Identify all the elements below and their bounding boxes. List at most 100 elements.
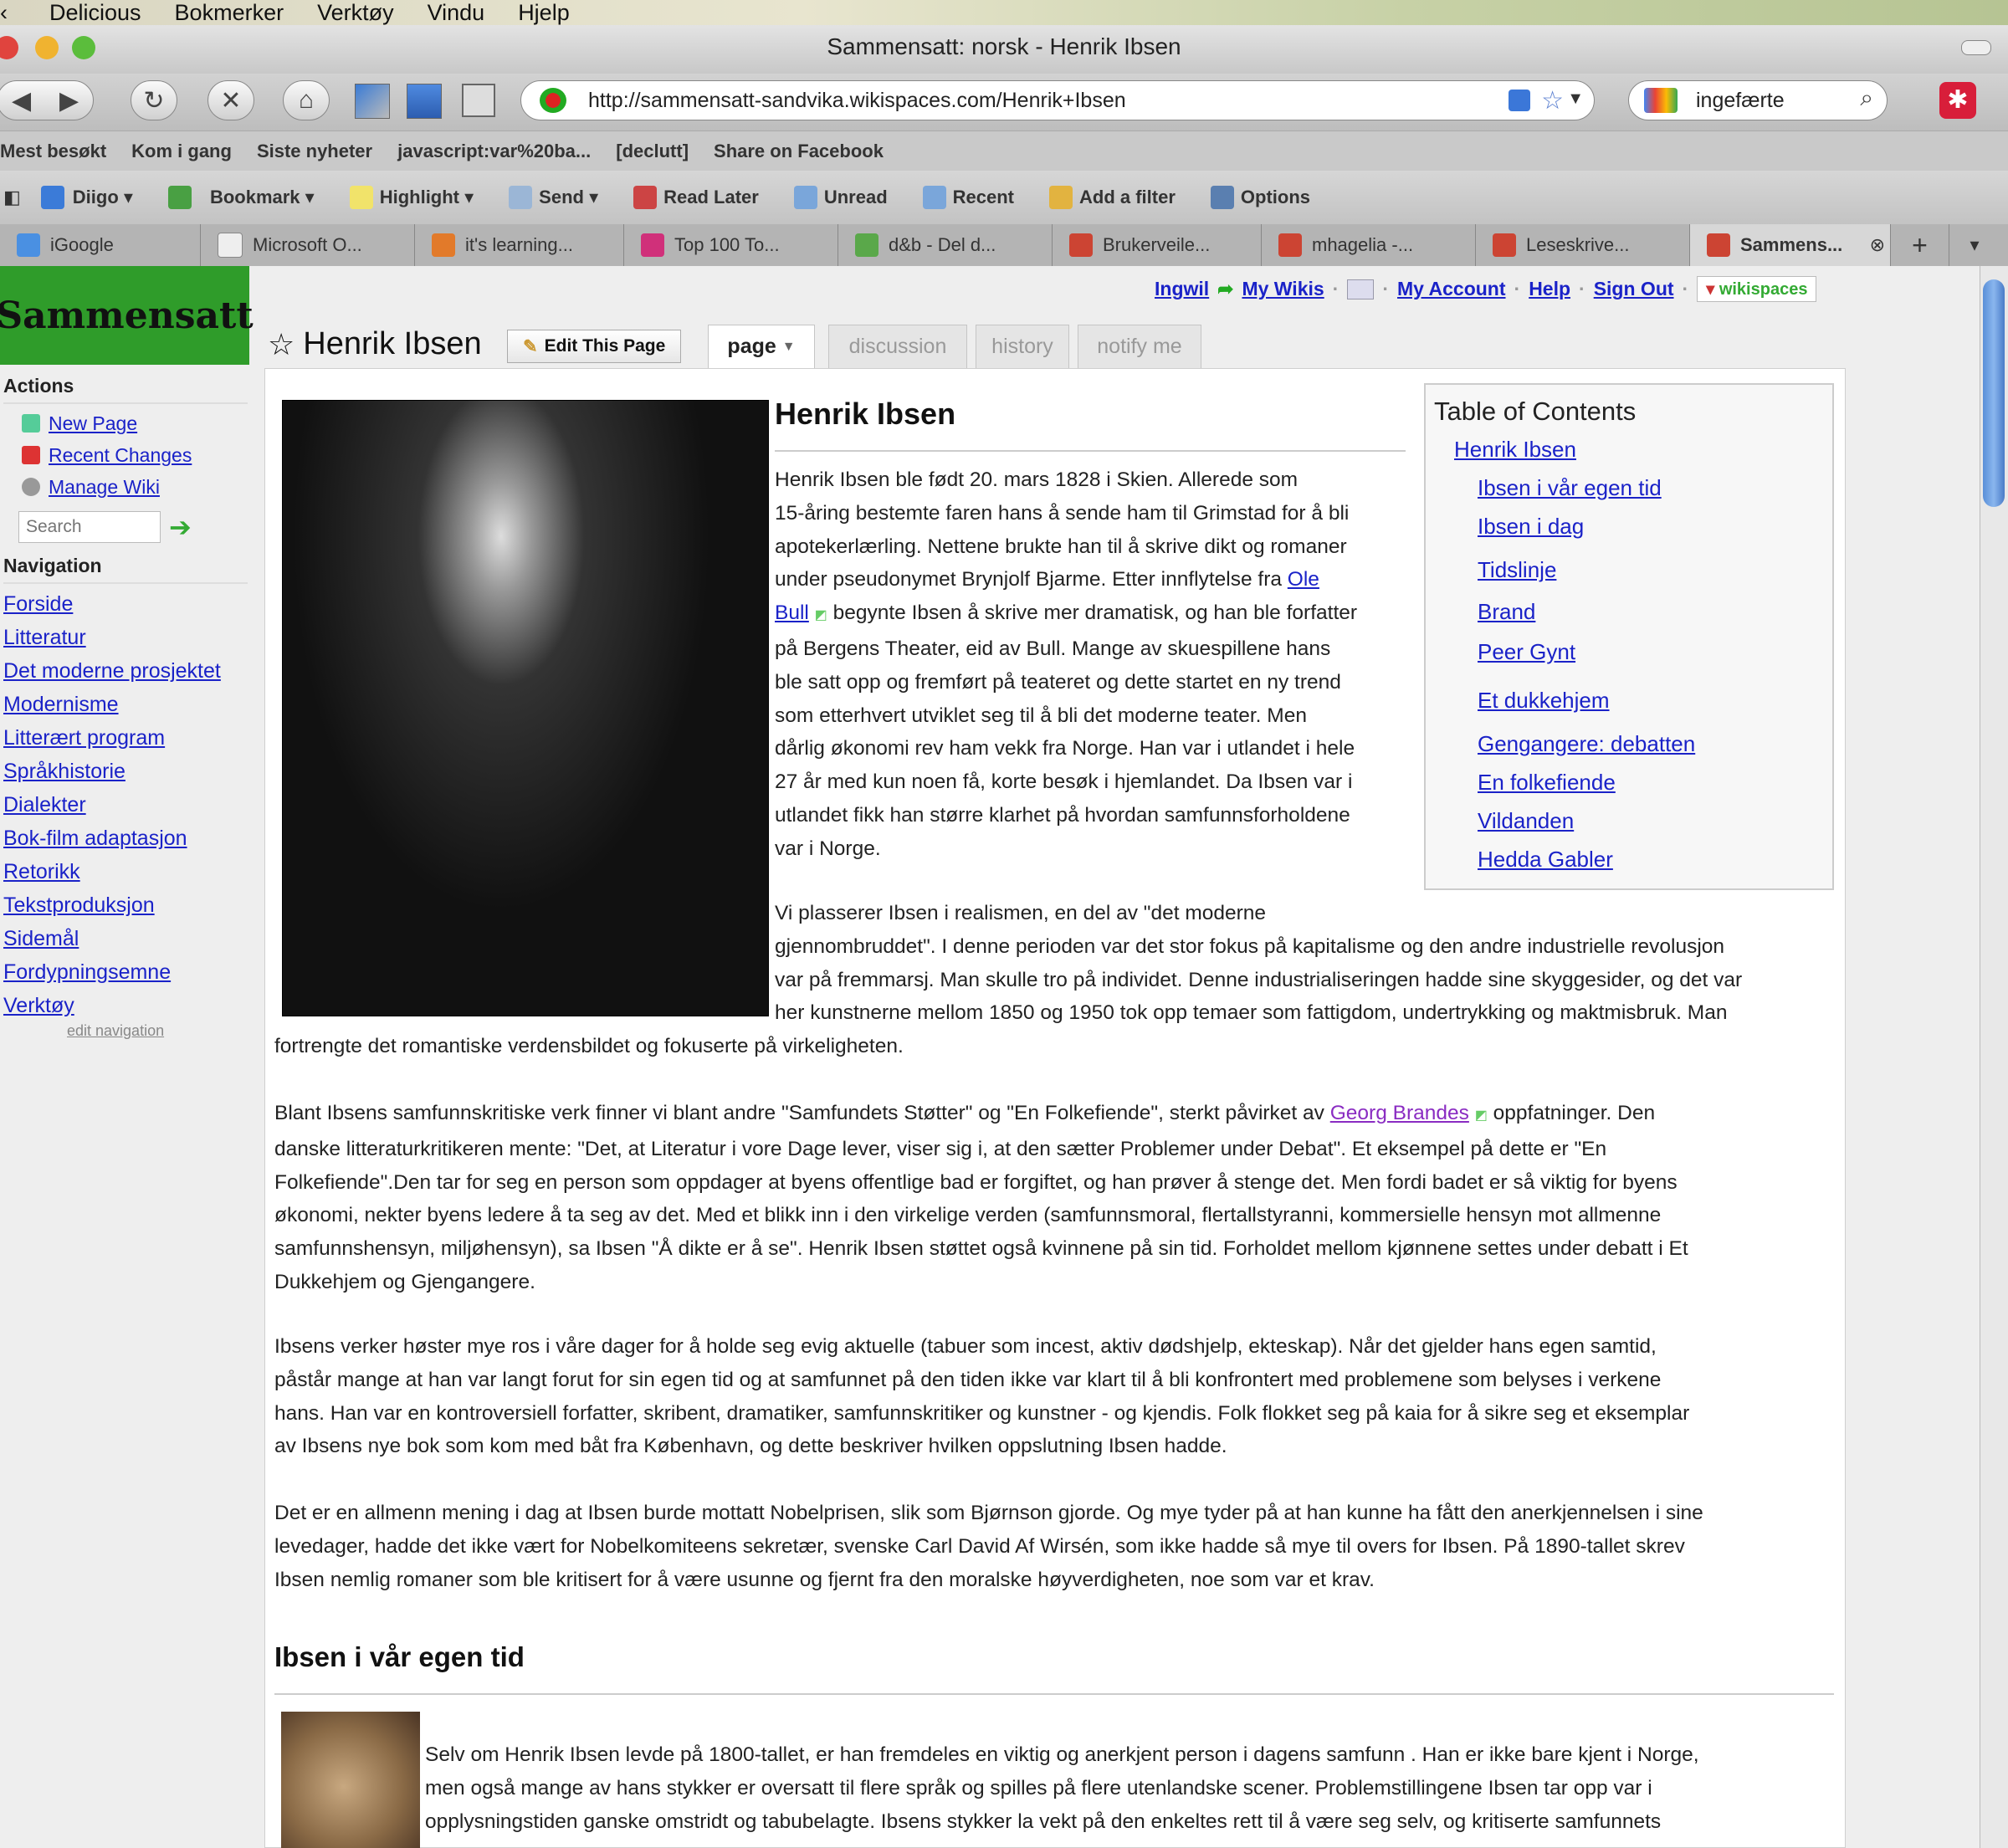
recent-button[interactable]: Recent	[922, 186, 1014, 209]
print-icon[interactable]	[462, 84, 495, 117]
unread-button[interactable]: Unread	[793, 186, 888, 209]
mail-icon[interactable]	[1347, 279, 1375, 299]
username-link[interactable]: Ingwil	[1155, 278, 1209, 300]
my-account-link[interactable]: My Account	[1397, 278, 1506, 300]
read-later-icon	[633, 186, 658, 209]
new-tab-icon[interactable]: +	[1891, 224, 1949, 266]
back-icon[interactable]: ◀	[12, 86, 31, 115]
url-dropdown-icon[interactable]: ▼	[1567, 90, 1584, 109]
nav-verktoy[interactable]: Verktøy	[3, 989, 251, 1022]
search-go-icon[interactable]: ➔	[169, 511, 192, 543]
edit-page-button[interactable]: ✎ Edit This Page	[507, 330, 682, 363]
bookmark-item[interactable]: javascript:var%20ba...	[397, 141, 591, 162]
nav-modernisme[interactable]: Modernisme	[3, 688, 251, 721]
wiki-logo[interactable]: Sammensatt	[0, 266, 254, 365]
sidebar-icon[interactable]	[407, 84, 442, 119]
forward-icon[interactable]: ▶	[59, 86, 79, 115]
menu-bokmerker[interactable]: Bokmerker	[175, 0, 284, 26]
bookmark-item[interactable]: [declutt]	[616, 141, 689, 162]
toc-item[interactable]: Ibsen i vår egen tid	[1478, 475, 1662, 501]
tab-list-icon[interactable]: ▾	[1949, 224, 2000, 266]
sign-out-link[interactable]: Sign Out	[1594, 278, 1674, 300]
wikispaces-badge[interactable]: ▾ wikispaces	[1697, 276, 1817, 302]
toc-item[interactable]: Tidslinje	[1478, 557, 1556, 583]
my-wikis-link[interactable]: My Wikis	[1242, 278, 1324, 300]
home-icon[interactable]: ⌂	[283, 80, 330, 120]
manage-wiki-link[interactable]: Manage Wiki	[49, 471, 160, 503]
georg-brandes-link[interactable]: Georg Brandes	[1330, 1102, 1469, 1124]
tab-brukerveiledning[interactable]: Brukerveile...	[1053, 224, 1262, 266]
help-link[interactable]: Help	[1529, 278, 1570, 300]
tab-notify-me[interactable]: notify me	[1078, 325, 1201, 368]
nav-bok-film[interactable]: Bok-film adaptasjon	[3, 822, 251, 855]
toolbar-toggle-icon[interactable]	[1961, 40, 1991, 55]
addon-icon[interactable]: ✱	[1939, 82, 1976, 119]
bookmark-item[interactable]: Share on Facebook	[714, 141, 884, 162]
rss-icon[interactable]	[1509, 90, 1530, 111]
recent-changes-link[interactable]: Recent Changes	[49, 439, 192, 471]
nav-sidemal[interactable]: Sidemål	[3, 922, 251, 955]
bookmark-item[interactable]: Kom i gang	[131, 141, 232, 162]
wiki-search-input[interactable]	[18, 511, 161, 543]
edit-navigation-link[interactable]: edit navigation	[67, 1022, 251, 1040]
tab-dab[interactable]: d&b - Del d...	[838, 224, 1053, 266]
nav-litteratur[interactable]: Litteratur	[3, 621, 251, 654]
toc-item[interactable]: Hedda Gabler	[1478, 847, 1613, 873]
nav-tekstproduksjon[interactable]: Tekstproduksjon	[3, 888, 251, 922]
menu-hjelp[interactable]: Hjelp	[518, 0, 570, 26]
add-filter-button[interactable]: Add a filter	[1049, 186, 1176, 209]
diigo-button[interactable]: Diigo ▾	[40, 186, 133, 209]
ole-bull-link[interactable]: Ole	[1288, 568, 1319, 591]
toc-item[interactable]: Brand	[1478, 599, 1535, 625]
nav-sprakhistorie[interactable]: Språkhistorie	[3, 755, 251, 788]
toc-item[interactable]: Henrik Ibsen	[1454, 437, 1576, 463]
toc-item[interactable]: Et dukkehjem	[1478, 688, 1610, 714]
bookmark-manager-icon[interactable]	[355, 84, 390, 119]
back-forward-buttons[interactable]: ◀ ▶	[0, 80, 94, 120]
tab-igoogle[interactable]: iGoogle	[0, 224, 201, 266]
diigo-side-icon[interactable]: ◧	[3, 187, 21, 208]
nav-litterart-program[interactable]: Litterært program	[3, 721, 251, 755]
search-input[interactable]: ingefærte ⌕	[1628, 80, 1888, 120]
nav-forside[interactable]: Forside	[3, 587, 251, 621]
bookmark-item[interactable]: Siste nyheter	[257, 141, 372, 162]
url-input[interactable]: http://sammensatt-sandvika.wikispaces.co…	[520, 80, 1595, 120]
options-button[interactable]: Options	[1210, 186, 1310, 209]
toc-item[interactable]: Gengangere: debatten	[1478, 731, 1695, 757]
tab-leseskriveprosjekt[interactable]: Leseskrive...	[1476, 224, 1690, 266]
nav-dialekter[interactable]: Dialekter	[3, 788, 251, 822]
search-icon[interactable]: ⌕	[1860, 84, 1873, 112]
new-page-link[interactable]: New Page	[49, 407, 137, 439]
menu-verktoy[interactable]: Verktøy	[317, 0, 394, 26]
tab-itslearning[interactable]: it's learning...	[415, 224, 624, 266]
tab-page[interactable]: page ▼	[708, 325, 815, 368]
menu-delicious[interactable]: Delicious	[49, 0, 141, 26]
tab-discussion[interactable]: discussion	[828, 325, 967, 368]
toc-item[interactable]: Ibsen i dag	[1478, 514, 1584, 540]
close-tab-icon[interactable]: ⊗	[1870, 234, 1885, 256]
tab-top100[interactable]: Top 100 To...	[624, 224, 838, 266]
tab-history[interactable]: history	[976, 325, 1069, 368]
menu-vindu[interactable]: Vindu	[428, 0, 485, 26]
bookmark-button[interactable]: Bookmark ▾	[167, 186, 315, 209]
toc-item[interactable]: Vildanden	[1478, 808, 1574, 834]
read-later-button[interactable]: Read Later	[633, 186, 759, 209]
bookmark-item[interactable]: Mest besøkt	[0, 141, 106, 162]
tab-mhagelia[interactable]: mhagelia -...	[1262, 224, 1476, 266]
reload-icon[interactable]: ↻	[131, 80, 177, 120]
tab-microsoft[interactable]: Microsoft O...	[201, 224, 415, 266]
stop-icon[interactable]: ✕	[207, 80, 254, 120]
nav-retorikk[interactable]: Retorikk	[3, 855, 251, 888]
highlight-button[interactable]: Highlight ▾	[349, 186, 474, 209]
tab-sammensatt[interactable]: Sammens... ⊗	[1690, 224, 1891, 266]
ole-bull-link[interactable]: Bull	[775, 601, 809, 624]
star-icon[interactable]: ☆	[1541, 86, 1564, 115]
nav-fordypningsemne[interactable]: Fordypningsemne	[3, 955, 251, 989]
google-icon[interactable]	[1644, 88, 1678, 113]
nav-det-moderne-prosjektet[interactable]: Det moderne prosjektet	[3, 654, 251, 688]
toc-item[interactable]: Peer Gynt	[1478, 639, 1575, 665]
send-button[interactable]: Send ▾	[509, 186, 598, 209]
scrollbar-thumb[interactable]	[1983, 279, 2005, 507]
watch-star-icon[interactable]: ☆	[268, 327, 295, 362]
toc-item[interactable]: En folkefiende	[1478, 770, 1616, 796]
